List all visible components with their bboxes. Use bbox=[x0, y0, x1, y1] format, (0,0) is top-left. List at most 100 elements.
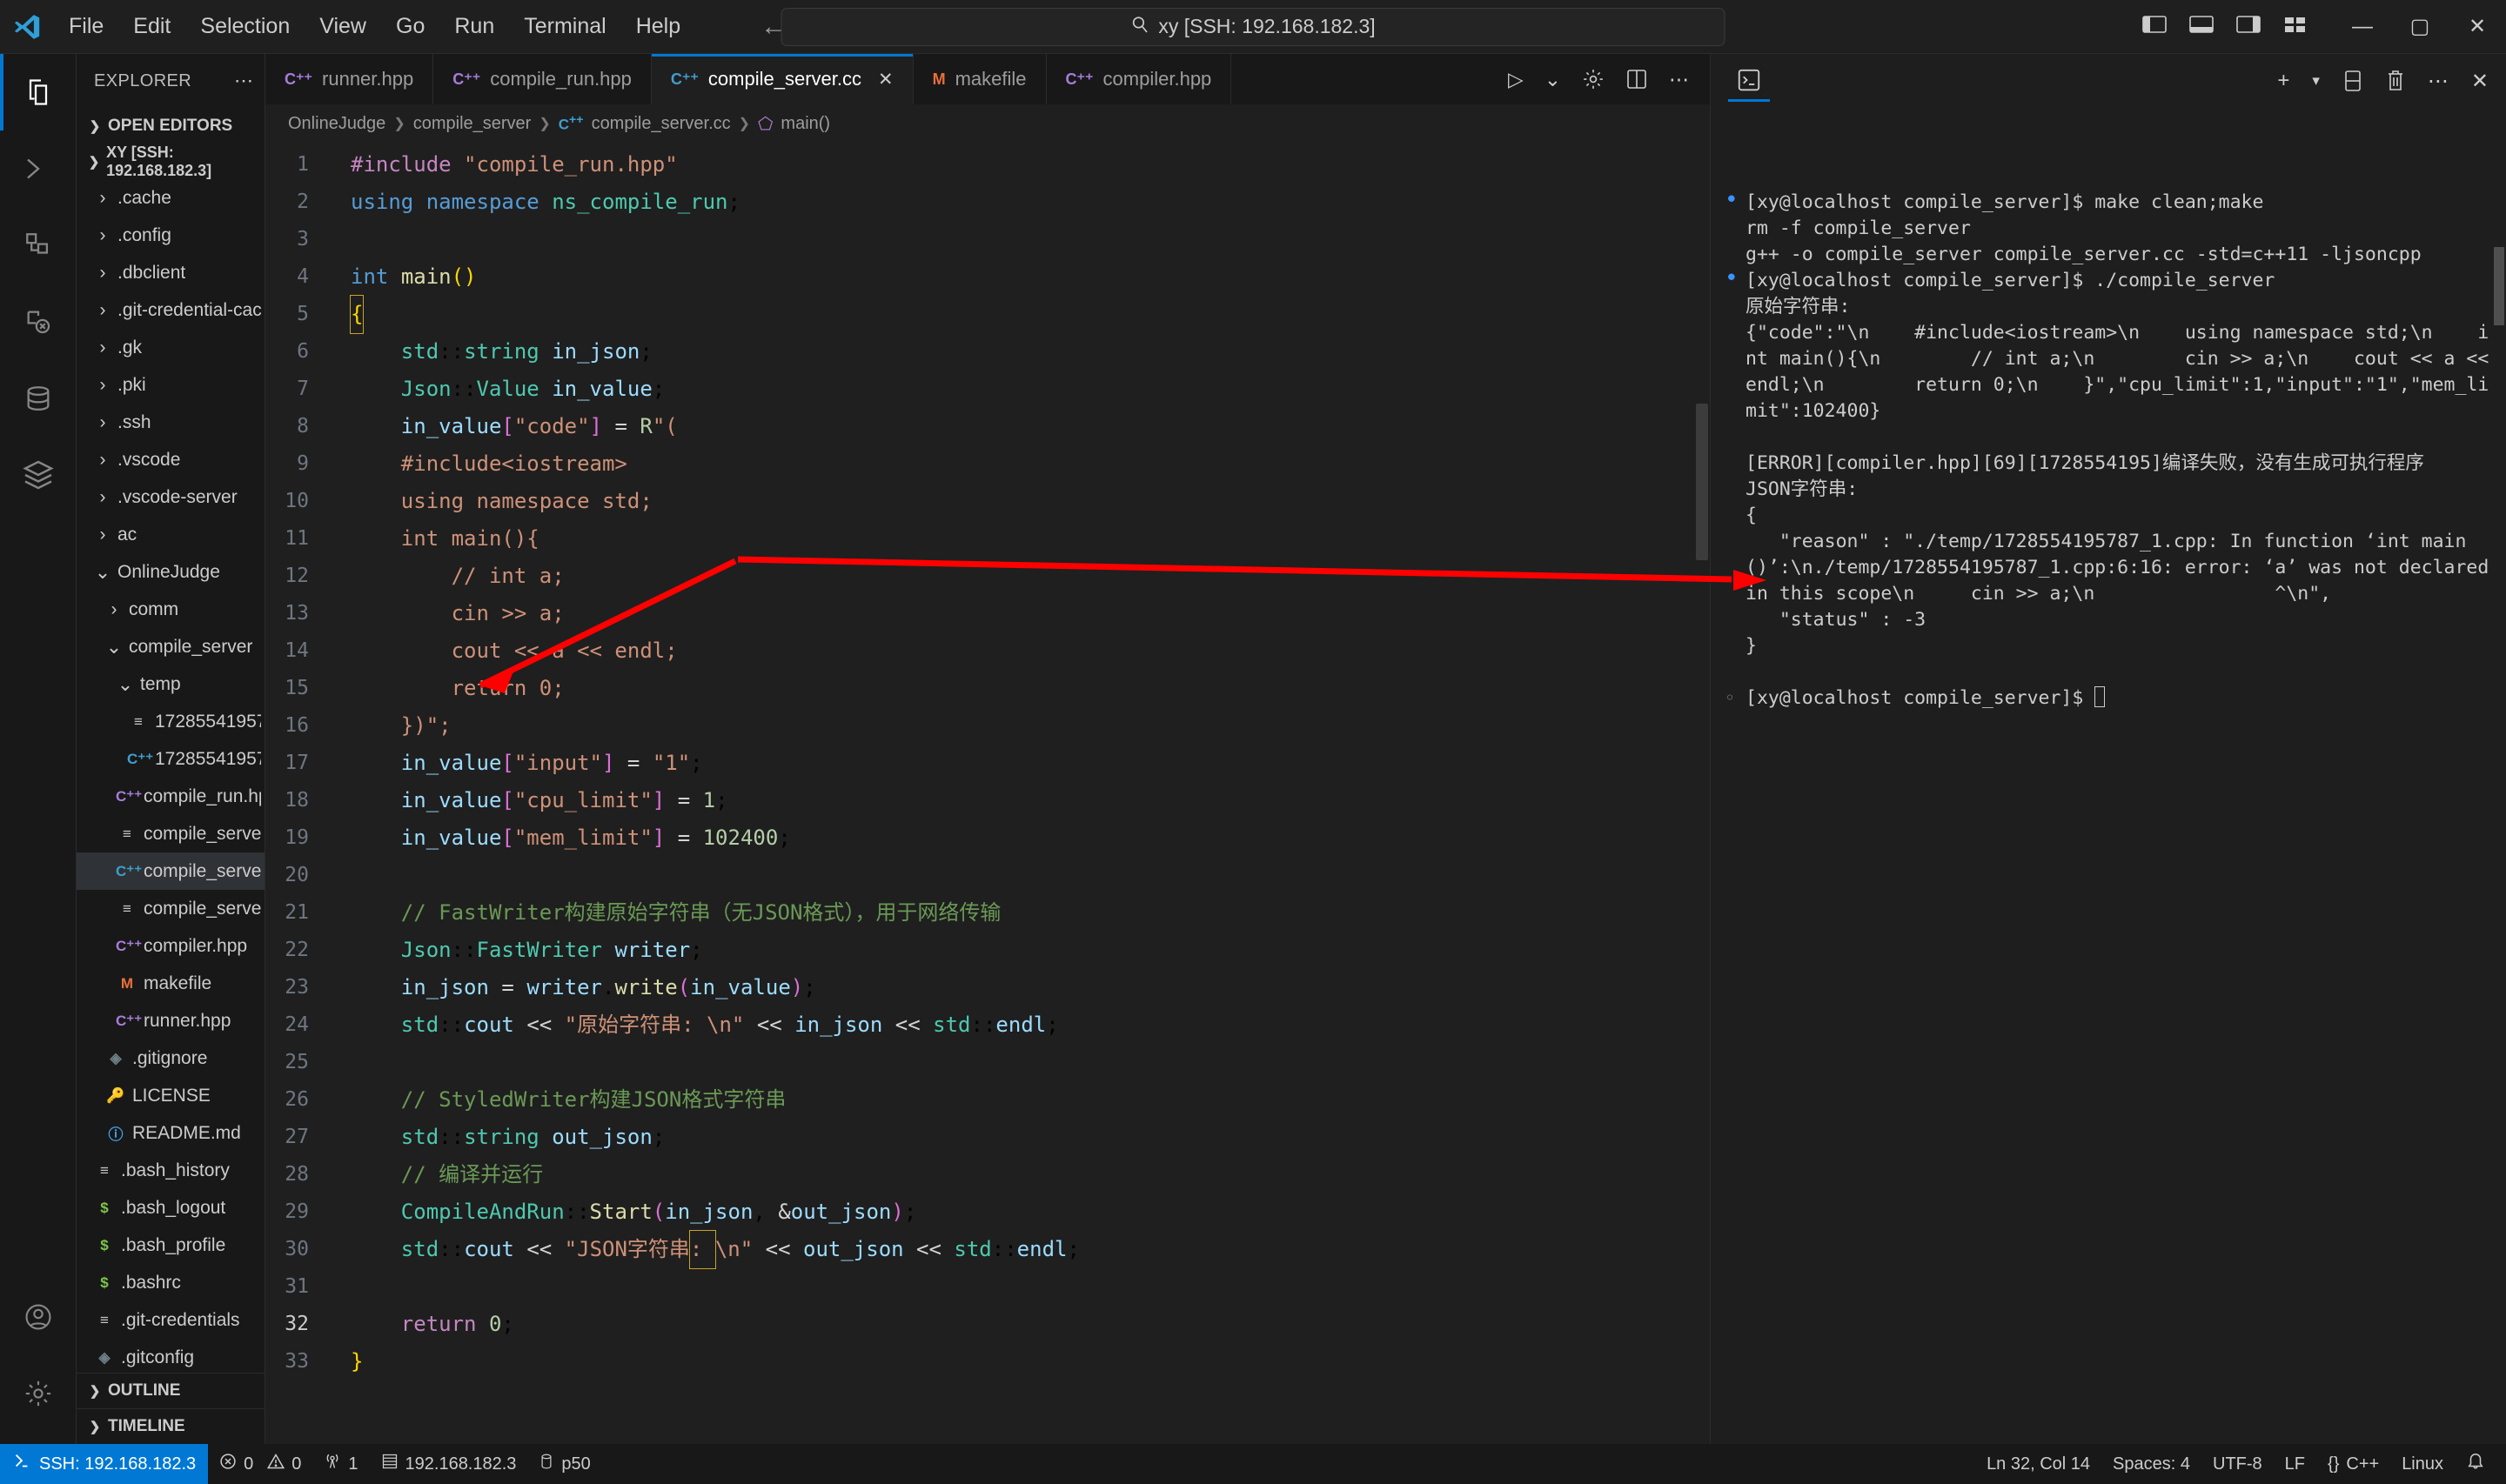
section-timeline[interactable]: ❯ TIMELINE bbox=[77, 1408, 265, 1444]
chevron-right-icon[interactable]: › bbox=[93, 487, 112, 508]
ellipsis-icon[interactable]: ⋯ bbox=[234, 70, 254, 92]
chevron-down-icon[interactable]: ▾ bbox=[2312, 72, 2320, 90]
status-problems[interactable]: 0 0 bbox=[208, 1444, 312, 1484]
code-line[interactable]: 12 // int a; bbox=[265, 558, 1710, 595]
tree-file[interactable]: ⓘ README.md bbox=[77, 1114, 265, 1152]
editor-tab[interactable]: C⁺⁺ compiler.hpp bbox=[1046, 54, 1232, 104]
code-line[interactable]: 31 bbox=[265, 1268, 1710, 1306]
tree-folder[interactable]: › .gk bbox=[77, 329, 265, 366]
code-line[interactable]: 29 CompileAndRun::Start(in_json, &out_js… bbox=[265, 1193, 1710, 1231]
editor-scrollbar[interactable] bbox=[1696, 404, 1708, 560]
status-encoding[interactable]: UTF-8 bbox=[2201, 1444, 2274, 1484]
ellipsis-icon[interactable]: ⋯ bbox=[2428, 69, 2449, 94]
breadcrumb-item-3[interactable]: main() bbox=[781, 114, 830, 134]
activity-database[interactable] bbox=[0, 360, 77, 437]
code-line[interactable]: 9 #include<iostream> bbox=[265, 445, 1710, 483]
code-editor[interactable]: 1 #include "compile_run.hpp" 2 using namesp… bbox=[265, 143, 1710, 1444]
code-line[interactable]: 19 in_value["mem_limit"] = 102400; bbox=[265, 819, 1710, 857]
tree-folder[interactable]: ⌄ OnlineJudge bbox=[77, 553, 265, 591]
customize-layout-icon[interactable] bbox=[2283, 14, 2308, 39]
code-line[interactable]: 26 // StyledWriter构建JSON格式字符串 bbox=[265, 1081, 1710, 1119]
code-line[interactable]: 10 using namespace std; bbox=[265, 483, 1710, 520]
activity-run-debug[interactable] bbox=[0, 284, 77, 360]
activity-accounts[interactable] bbox=[0, 1279, 77, 1355]
code-line[interactable]: 8 in_value["code"] = R"( bbox=[265, 408, 1710, 445]
code-line[interactable]: 32 return 0; bbox=[265, 1306, 1710, 1343]
chevron-right-icon[interactable]: › bbox=[93, 375, 112, 396]
chevron-right-icon[interactable]: › bbox=[93, 225, 112, 246]
split-editor-icon[interactable] bbox=[1625, 69, 1648, 90]
tree-file[interactable]: 🔑 LICENSE bbox=[77, 1077, 265, 1114]
chevron-right-icon[interactable]: › bbox=[93, 300, 112, 321]
chevron-right-icon[interactable]: › bbox=[104, 599, 124, 620]
trash-icon[interactable] bbox=[2386, 70, 2405, 92]
breadcrumb-item-1[interactable]: compile_server bbox=[413, 114, 532, 134]
menu-run[interactable]: Run bbox=[439, 9, 509, 44]
status-language-mode[interactable]: {} C++ bbox=[2316, 1444, 2390, 1484]
section-outline[interactable]: ❯ OUTLINE bbox=[77, 1373, 265, 1408]
tree-file[interactable]: ≡ .git-credentials bbox=[77, 1301, 265, 1339]
tree-folder[interactable]: › .pki bbox=[77, 366, 265, 404]
play-icon[interactable]: ▷ bbox=[1508, 68, 1524, 91]
chevron-right-icon[interactable]: › bbox=[93, 412, 112, 433]
gear-icon[interactable] bbox=[1582, 68, 1605, 90]
close-button[interactable]: ✕ bbox=[2449, 0, 2506, 54]
tree-folder[interactable]: › .cache bbox=[77, 179, 265, 217]
tree-file[interactable]: ≡ compile_server.o bbox=[77, 890, 265, 927]
toggle-panel-icon[interactable] bbox=[2189, 14, 2214, 39]
activity-explorer[interactable] bbox=[0, 54, 77, 130]
tree-folder[interactable]: ⌄ compile_server bbox=[77, 628, 265, 665]
code-line[interactable]: 13 cin >> a; bbox=[265, 595, 1710, 632]
editor-tab[interactable]: C⁺⁺ compile_server.cc ✕ bbox=[651, 54, 914, 104]
quick-search-input[interactable]: xy [SSH: 192.168.182.3] bbox=[781, 7, 1725, 46]
code-line[interactable]: 23 in_json = writer.write(in_value); bbox=[265, 969, 1710, 1006]
code-line[interactable]: 22 Json::FastWriter writer; bbox=[265, 932, 1710, 969]
breadcrumb-item-0[interactable]: OnlineJudge bbox=[288, 114, 385, 134]
status-db-name[interactable]: p50 bbox=[527, 1444, 601, 1484]
ellipsis-icon[interactable]: ⋯ bbox=[1669, 68, 1689, 91]
tree-file[interactable]: $ .bashrc bbox=[77, 1264, 265, 1301]
tree-file[interactable]: C⁺⁺1728554195787_1.cpp bbox=[77, 740, 265, 778]
chevron-right-icon[interactable]: › bbox=[93, 525, 112, 545]
split-icon[interactable] bbox=[2342, 70, 2363, 92]
status-cursor-position[interactable]: Ln 32, Col 14 bbox=[1975, 1444, 2101, 1484]
close-icon[interactable]: ✕ bbox=[2471, 69, 2489, 94]
code-line[interactable]: 1 #include "compile_run.hpp" bbox=[265, 146, 1710, 184]
code-line[interactable]: 27 std::string out_json; bbox=[265, 1119, 1710, 1156]
status-platform[interactable]: Linux bbox=[2390, 1444, 2455, 1484]
tree-file[interactable]: Mmakefile bbox=[77, 965, 265, 1002]
activity-search[interactable] bbox=[0, 130, 77, 207]
code-line[interactable]: 3 bbox=[265, 221, 1710, 258]
tree-folder[interactable]: › comm bbox=[77, 591, 265, 628]
code-line[interactable]: 11 int main(){ bbox=[265, 520, 1710, 558]
tree-file[interactable]: ≡ compile_server bbox=[77, 815, 265, 852]
tree-folder[interactable]: › ac bbox=[77, 516, 265, 553]
chevron-right-icon[interactable]: › bbox=[93, 188, 112, 209]
code-line[interactable]: 33} bbox=[265, 1343, 1710, 1380]
tree-file[interactable]: C⁺⁺ runner.hpp bbox=[77, 1002, 265, 1039]
menu-help[interactable]: Help bbox=[621, 9, 695, 44]
activity-source-control[interactable] bbox=[0, 207, 77, 284]
editor-tab[interactable]: Mmakefile bbox=[913, 54, 1047, 104]
tree-folder[interactable]: › .vscode-server bbox=[77, 478, 265, 516]
status-eol[interactable]: LF bbox=[2274, 1444, 2316, 1484]
tree-folder[interactable]: › .dbclient bbox=[77, 254, 265, 291]
code-line[interactable]: 7 Json::Value in_value; bbox=[265, 371, 1710, 408]
menu-terminal[interactable]: Terminal bbox=[509, 9, 620, 44]
activity-settings[interactable] bbox=[0, 1355, 77, 1432]
code-line[interactable]: 6 std::string in_json; bbox=[265, 333, 1710, 371]
code-line[interactable]: 20 bbox=[265, 857, 1710, 894]
activity-extensions[interactable] bbox=[0, 437, 77, 513]
editor-tab[interactable]: C⁺⁺ compile_run.hpp bbox=[433, 54, 652, 104]
section-workspace-root[interactable]: ❯ XY [SSH: 192.168.182.3] bbox=[77, 144, 265, 179]
status-indentation[interactable]: Spaces: 4 bbox=[2101, 1444, 2201, 1484]
editor-tab[interactable]: C⁺⁺ runner.hpp bbox=[265, 54, 434, 104]
status-notifications[interactable] bbox=[2455, 1444, 2506, 1484]
chevron-down-icon[interactable]: ⌄ bbox=[104, 636, 124, 658]
close-icon[interactable]: ✕ bbox=[878, 69, 894, 90]
code-line[interactable]: 24 std::cout << "原始字符串: \n" << in_json <… bbox=[265, 1006, 1710, 1044]
chevron-down-icon[interactable]: ⌄ bbox=[93, 561, 112, 584]
tree-file[interactable]: ≡ 1728554195787_1.compile_error bbox=[77, 703, 265, 740]
code-line[interactable]: 17 in_value["input"] = "1"; bbox=[265, 745, 1710, 782]
menu-go[interactable]: Go bbox=[381, 9, 439, 44]
